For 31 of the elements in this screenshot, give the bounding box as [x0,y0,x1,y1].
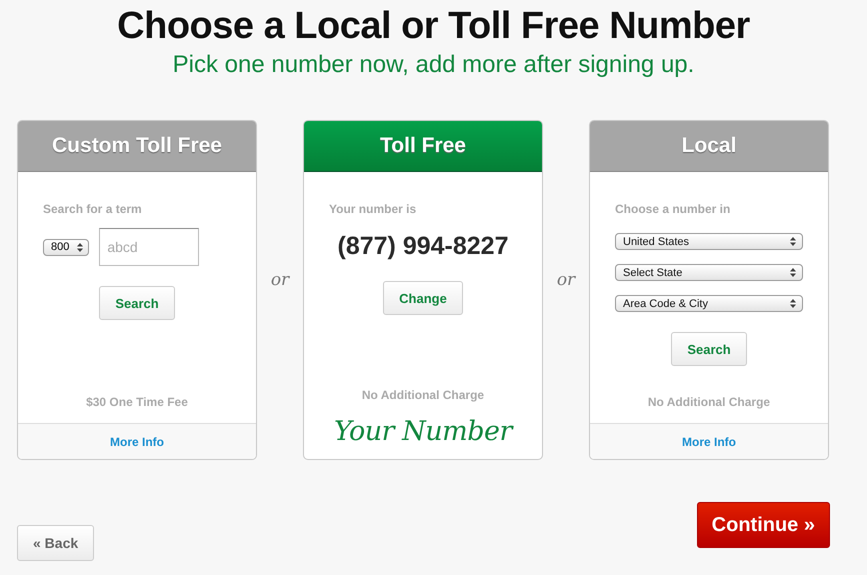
action-button[interactable]: Search [671,332,747,366]
or-text: or [556,270,576,290]
page-title: Choose a Local or Toll Free Number [116,4,751,48]
or-text: or [270,270,290,290]
card-header[interactable]: Local [590,121,828,172]
more-info-link[interactable]: More Info [682,434,736,448]
back-button[interactable]: « Back [17,525,94,561]
term-input[interactable]: abcd [99,228,200,266]
field-label: Search for a term [43,202,142,216]
prefix-select[interactable]: 800 [43,238,90,256]
action-button[interactable]: Change [383,281,463,315]
dropdown-select[interactable]: Select State [615,264,803,281]
price-note: No Additional Charge [362,388,484,402]
dropdown-select[interactable]: Area Code & City [615,295,803,312]
more-info-link[interactable]: More Info [110,434,164,448]
phone-number: (877) 994-8227 [338,232,508,261]
action-button[interactable]: Search [99,286,175,320]
price-note: No Additional Charge [648,395,770,409]
updown-icon [77,242,84,252]
updown-icon [790,299,796,308]
price-note: $30 One Time Fee [86,395,188,409]
updown-icon [790,268,796,277]
card-header[interactable]: Custom Toll Free [18,121,256,172]
page-subtitle: Pick one number now, add more after signing up. [172,50,696,80]
field-label: Choose a number in [615,202,730,216]
card-header[interactable]: Toll Free [304,121,542,172]
dropdown-select[interactable]: United States [615,233,803,250]
signature-text: Your Number [334,416,512,447]
field-label: Your number is [329,202,416,216]
updown-icon [790,237,796,246]
continue-button[interactable]: Continue » [696,502,830,548]
